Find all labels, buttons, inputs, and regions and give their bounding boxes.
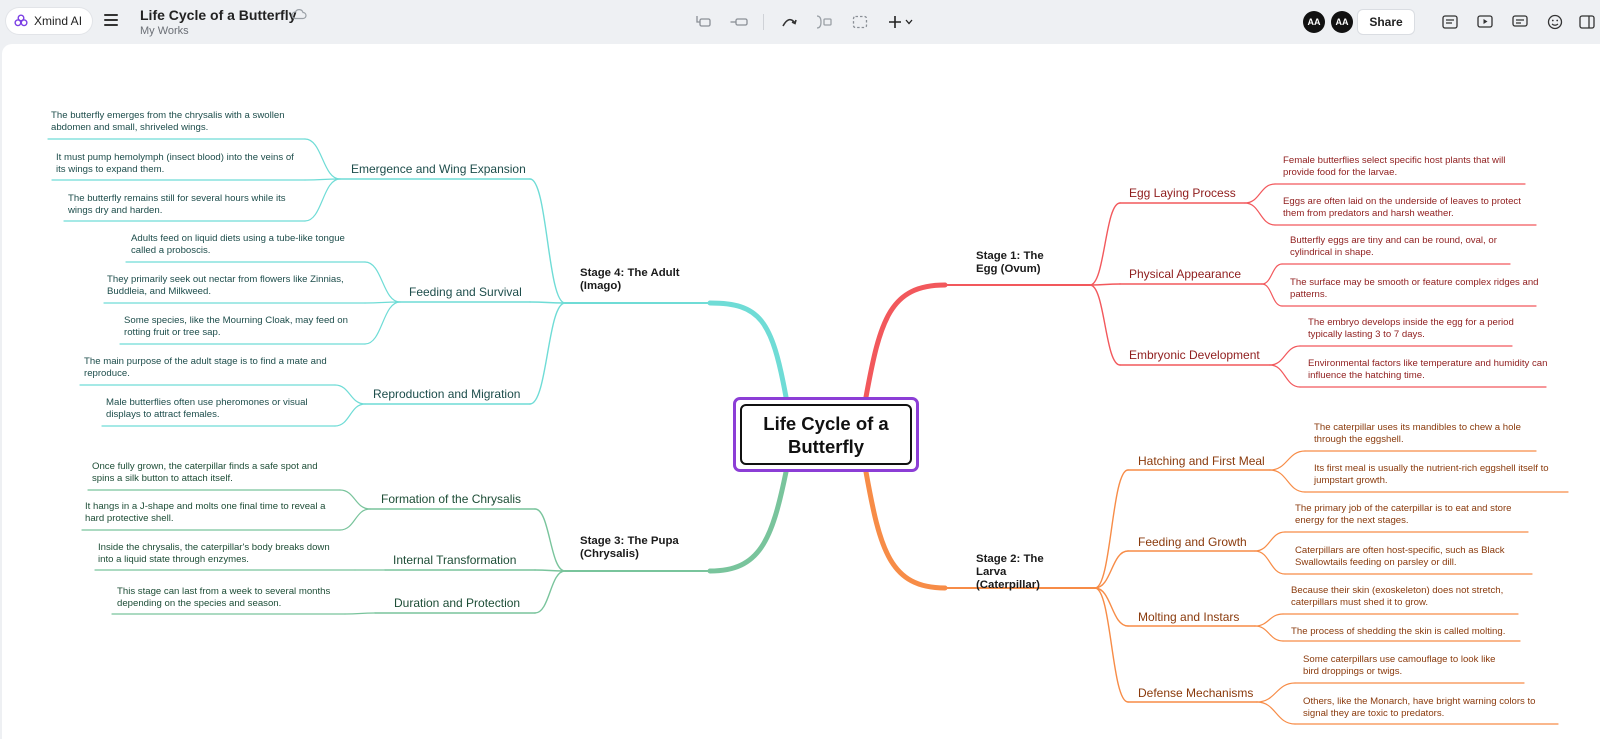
stage-topic[interactable]: Stage 2: The Larva (Caterpillar) — [976, 553, 1058, 592]
connector-line — [529, 178, 566, 304]
branch-topic[interactable]: Molting and Instars — [1138, 610, 1239, 624]
detail-topic[interactable]: The process of shedding the skin is call… — [1291, 626, 1531, 638]
connector-line — [1269, 345, 1301, 366]
connector-line — [1269, 469, 1306, 493]
connector-line — [529, 301, 566, 304]
connector-line — [304, 178, 341, 222]
connector-line — [534, 508, 566, 572]
connector-line — [1094, 587, 1129, 627]
branch-topic[interactable]: Physical Appearance — [1129, 267, 1241, 281]
detail-topic[interactable]: The embryo develops inside the egg for a… — [1308, 317, 1538, 340]
detail-topic[interactable]: Because their skin (exoskeleton) does no… — [1291, 585, 1523, 608]
detail-topic[interactable]: The primary job of the caterpillar is to… — [1295, 503, 1533, 526]
branch-topic[interactable]: Reproduction and Migration — [373, 387, 520, 401]
stage-connector — [863, 469, 948, 591]
connector-line — [339, 508, 371, 531]
connector-line — [1261, 283, 1283, 307]
connector-line — [1256, 701, 1296, 725]
detail-topic[interactable]: The butterfly emerges from the chrysalis… — [51, 110, 301, 133]
stage-topic[interactable]: Stage 4: The Adult (Imago) — [580, 267, 680, 293]
connector-line — [344, 612, 376, 615]
detail-topic[interactable]: Butterfly eggs are tiny and can be round… — [1290, 235, 1522, 258]
connector-line — [1244, 183, 1276, 204]
connector-line — [1254, 613, 1284, 627]
connector-line — [1089, 202, 1121, 286]
detail-topic[interactable]: Male butterflies often use pheromones or… — [106, 397, 342, 420]
detail-topic[interactable]: The caterpillar uses its mandibles to ch… — [1314, 422, 1534, 445]
connector-line — [1089, 284, 1121, 366]
connector-line — [534, 570, 566, 614]
detail-topic[interactable]: The butterfly remains still for several … — [68, 193, 306, 216]
root-topic[interactable]: Life Cycle of a Butterfly — [740, 404, 912, 465]
connector-line — [1269, 450, 1306, 471]
detail-topic[interactable]: It hangs in a J-shape and molts one fina… — [85, 501, 333, 524]
detail-topic[interactable]: Some species, like the Mourning Cloak, m… — [124, 315, 364, 338]
branch-topic[interactable]: Feeding and Growth — [1138, 535, 1247, 549]
connector-line — [364, 261, 401, 303]
connector-line — [1256, 682, 1296, 703]
connector-line — [1261, 263, 1283, 285]
connector-line — [304, 138, 341, 180]
detail-topic[interactable]: Its first meal is usually the nutrient-r… — [1314, 463, 1566, 486]
detail-topic[interactable]: Female butterflies select specific host … — [1283, 155, 1533, 178]
stage-connector — [863, 282, 948, 400]
detail-topic[interactable]: The main purpose of the adult stage is t… — [84, 356, 328, 379]
branch-topic[interactable]: Hatching and First Meal — [1138, 454, 1265, 468]
branch-topic[interactable]: Formation of the Chrysalis — [381, 492, 521, 506]
connector-line — [1254, 625, 1284, 642]
stage-connector — [707, 469, 789, 574]
connector-line — [1089, 283, 1121, 286]
stage-topic[interactable]: Stage 3: The Pupa (Chrysalis) — [580, 535, 680, 561]
connector-line — [529, 302, 566, 405]
detail-topic[interactable]: They primarily seek out nectar from flow… — [107, 274, 361, 297]
detail-topic[interactable]: Some caterpillars use camouflage to look… — [1303, 654, 1513, 677]
stage-topic[interactable]: Stage 1: The Egg (Ovum) — [976, 250, 1058, 276]
detail-topic[interactable]: Eggs are often laid on the underside of … — [1283, 196, 1539, 219]
connector-line — [1244, 202, 1276, 226]
stage-connector — [707, 300, 789, 400]
connector-line — [1094, 587, 1129, 703]
connector-line — [1254, 531, 1286, 552]
detail-topic[interactable]: Inside the chrysalis, the caterpillar's … — [98, 542, 346, 565]
detail-topic[interactable]: Caterpillars are often host-specific, su… — [1295, 545, 1531, 568]
branch-topic[interactable]: Duration and Protection — [394, 596, 520, 610]
branch-topic[interactable]: Egg Laying Process — [1129, 186, 1236, 200]
branch-topic[interactable]: Emergence and Wing Expansion — [351, 162, 526, 176]
root-topic-selection[interactable]: Life Cycle of a Butterfly — [733, 397, 919, 472]
connector-line — [1269, 364, 1301, 388]
detail-topic[interactable]: Others, like the Monarch, have bright wa… — [1303, 696, 1555, 719]
branch-topic[interactable]: Internal Transformation — [393, 553, 516, 567]
detail-topic[interactable]: Environmental factors like temperature a… — [1308, 358, 1548, 381]
branch-topic[interactable]: Defense Mechanisms — [1138, 686, 1253, 700]
branch-topic[interactable]: Embryonic Development — [1129, 348, 1260, 362]
detail-topic[interactable]: Adults feed on liquid diets using a tube… — [131, 233, 359, 256]
connector-line — [1254, 550, 1286, 575]
connector-line — [339, 489, 371, 510]
detail-topic[interactable]: Once fully grown, the caterpillar finds … — [92, 461, 336, 484]
connector-line — [364, 301, 401, 345]
detail-topic[interactable]: This stage can last from a week to sever… — [117, 586, 349, 609]
detail-topic[interactable]: The surface may be smooth or feature com… — [1290, 277, 1540, 300]
connector-line — [534, 569, 566, 572]
detail-topic[interactable]: It must pump hemolymph (insect blood) in… — [56, 152, 304, 175]
branch-topic[interactable]: Feeding and Survival — [409, 285, 522, 299]
